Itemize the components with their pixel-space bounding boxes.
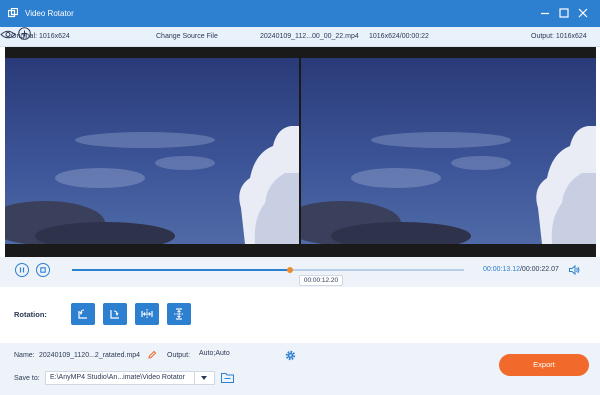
- change-source-link[interactable]: Change Source File: [156, 33, 218, 40]
- info-bar: Original: 1016x624 Change Source File 20…: [0, 27, 600, 47]
- rotate-left-button[interactable]: [71, 303, 95, 325]
- original-resolution: Original: 1016x624: [11, 33, 70, 40]
- pause-button[interactable]: [15, 263, 29, 277]
- save-to-label: Save to:: [14, 375, 40, 382]
- title-bar: Video Rotator: [0, 0, 600, 27]
- close-button[interactable]: [576, 6, 590, 20]
- rotate-right-icon: [110, 310, 119, 319]
- flip-horizontal-button[interactable]: [135, 303, 159, 325]
- rotate-right-button[interactable]: [103, 303, 127, 325]
- name-label: Name:: [14, 352, 35, 359]
- rotation-label: Rotation:: [14, 310, 47, 319]
- rotated-video-preview: [301, 58, 596, 244]
- source-meta: 1016x624/00:00:22: [369, 33, 429, 40]
- maximize-button[interactable]: [557, 6, 571, 20]
- export-button[interactable]: Export: [499, 354, 589, 376]
- progress-handle[interactable]: [287, 267, 294, 273]
- flip-vertical-icon: [174, 308, 184, 320]
- rotation-toolbar: Rotation:: [0, 296, 600, 332]
- gear-icon[interactable]: [285, 350, 296, 361]
- flip-horizontal-icon: [141, 309, 153, 319]
- stop-icon: [40, 267, 46, 273]
- close-icon: [578, 8, 588, 18]
- minimize-icon: [541, 12, 549, 15]
- time-readout: 00:00:13.12/00:00:22.07: [483, 266, 559, 273]
- progress-fill: [72, 269, 291, 271]
- minimize-button[interactable]: [538, 6, 552, 20]
- stop-button[interactable]: [36, 263, 50, 277]
- save-path-field[interactable]: E:\AnyMP4 Studio\An...imate\Video Rotato…: [45, 371, 195, 385]
- output-filename: 20240109_1120...2_ratated.mp4: [39, 352, 141, 359]
- chevron-down-icon: [201, 376, 207, 380]
- progress-track[interactable]: [72, 267, 464, 273]
- video-preview-area: [5, 47, 596, 257]
- total-time: /00:00:22.07: [519, 266, 559, 273]
- save-path-dropdown[interactable]: [195, 371, 215, 385]
- edit-pencil-icon[interactable]: [147, 350, 157, 360]
- rotate-left-icon: [78, 309, 87, 319]
- source-filename: 20240109_112...00_00_22.mp4: [260, 33, 359, 40]
- volume-icon[interactable]: [568, 264, 580, 276]
- maximize-icon: [559, 8, 569, 18]
- hover-time-tooltip: 00:00:12.20: [299, 275, 343, 286]
- pause-icon: [19, 267, 25, 273]
- folder-icon[interactable]: [221, 372, 234, 383]
- output-resolution: Output: 1016x624: [531, 33, 587, 40]
- output-label: Output:: [167, 352, 190, 359]
- export-panel: Name: 20240109_1120...2_ratated.mp4 Outp…: [0, 343, 600, 395]
- window-title: Video Rotator: [25, 9, 74, 18]
- output-settings-field[interactable]: Auto;Auto: [195, 348, 276, 362]
- original-video-preview: [5, 58, 299, 244]
- app-logo-icon: [8, 8, 18, 18]
- current-time: 00:00:13.12: [483, 266, 520, 273]
- flip-vertical-button[interactable]: [167, 303, 191, 325]
